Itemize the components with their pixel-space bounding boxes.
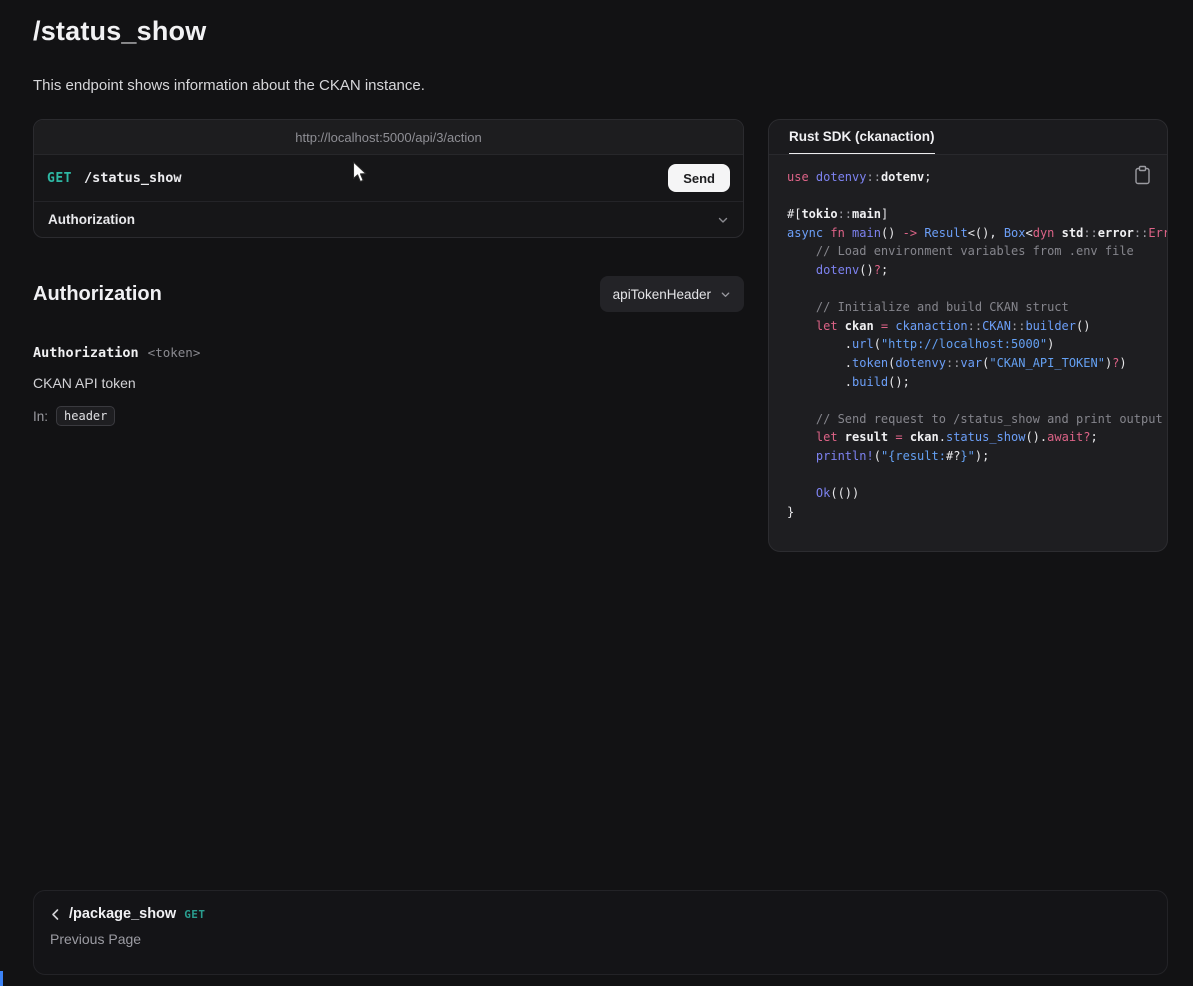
code-line: .build(); [787, 373, 1155, 392]
api-request-card: http://localhost:5000/api/3/action GET /… [33, 119, 744, 238]
previous-page-label: Previous Page [50, 931, 1151, 947]
code-line: } [787, 503, 1155, 522]
auth-param-type: <token> [148, 345, 201, 360]
code-line: dotenv()?; [787, 261, 1155, 280]
code-tabstrip: Rust SDK (ckanaction) [769, 120, 1167, 155]
code-line: // Send request to /status_show and prin… [787, 410, 1155, 429]
clipboard-icon [1134, 165, 1154, 185]
auth-in-label: In: [33, 409, 48, 424]
code-example-card: Rust SDK (ckanaction) use dotenvy::doten… [768, 119, 1168, 552]
code-line: .token(dotenvy::var("CKAN_API_TOKEN")?) [787, 354, 1155, 373]
previous-page-method-badge: GET [184, 908, 205, 921]
page-description: This endpoint shows information about th… [33, 77, 425, 94]
code-line [787, 391, 1155, 410]
tab-rust-sdk[interactable]: Rust SDK (ckanaction) [789, 120, 935, 154]
authorization-heading: Authorization [33, 283, 162, 306]
auth-param-name: Authorization [33, 345, 139, 361]
base-url-bar[interactable]: http://localhost:5000/api/3/action [34, 120, 743, 155]
chevron-down-icon [717, 214, 729, 226]
http-method-badge: GET [47, 171, 72, 186]
previous-page-card[interactable]: /package_show GET Previous Page [33, 890, 1168, 975]
code-line: Ok(()) [787, 484, 1155, 503]
auth-scheme-value: apiTokenHeader [613, 287, 711, 302]
authorization-row-label: Authorization [48, 212, 135, 227]
code-line [787, 187, 1155, 206]
copy-button[interactable] [1134, 164, 1154, 186]
request-path: /status_show [84, 170, 182, 186]
code-line: #[tokio::main] [787, 205, 1155, 224]
request-row: GET /status_show Send [34, 155, 743, 201]
chevron-left-icon [50, 908, 61, 921]
code-line: // Initialize and build CKAN struct [787, 298, 1155, 317]
code-line: println!("{result:#?}"); [787, 447, 1155, 466]
code-line: // Load environment variables from .env … [787, 242, 1155, 261]
code-line [787, 466, 1155, 485]
code-area: use dotenvy::dotenv;#[tokio::main]async … [769, 155, 1167, 521]
code-line: .url("http://localhost:5000") [787, 335, 1155, 354]
code-line: use dotenvy::dotenv; [787, 168, 1155, 187]
auth-in-value-badge: header [56, 406, 115, 426]
auth-param-description: CKAN API token [33, 375, 744, 391]
auth-scheme-select[interactable]: apiTokenHeader [600, 276, 744, 312]
send-button[interactable]: Send [668, 164, 730, 192]
chevron-down-icon [720, 289, 731, 300]
code-line [787, 280, 1155, 299]
code-line: async fn main() -> Result<(), Box<dyn st… [787, 224, 1155, 243]
edge-accent-sliver [0, 971, 3, 986]
code-line: let result = ckan.status_show().await?; [787, 428, 1155, 447]
base-url: http://localhost:5000/api/3/action [295, 130, 481, 145]
authorization-collapsible-row[interactable]: Authorization [34, 201, 743, 237]
authorization-section: Authorization apiTokenHeader Authorizati… [33, 276, 744, 426]
code-block[interactable]: use dotenvy::dotenv;#[tokio::main]async … [787, 168, 1155, 521]
page-title: /status_show [33, 16, 206, 47]
code-line: let ckan = ckanaction::CKAN::builder() [787, 317, 1155, 336]
previous-page-path: /package_show [69, 906, 176, 922]
